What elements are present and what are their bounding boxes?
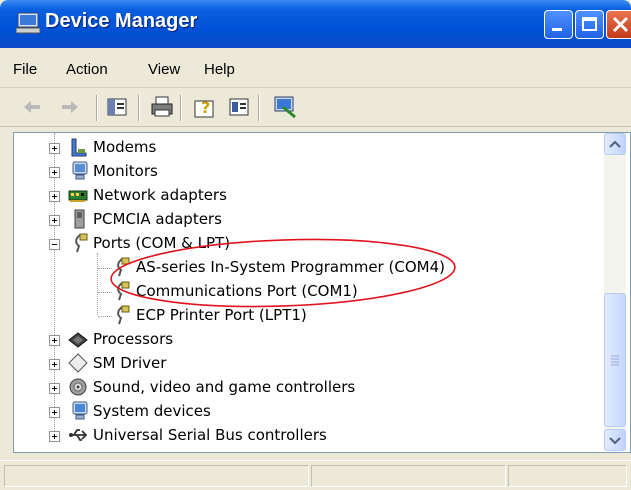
tree-item-communications-port[interactable]: Communications Port (COM1): [14, 280, 604, 304]
device-tree[interactable]: Modems Monitors Network adapters PCMCIA …: [13, 132, 631, 453]
tree-item-ecp-printer-port[interactable]: ECP Printer Port (LPT1): [14, 304, 604, 328]
scroll-thumb[interactable]: [604, 293, 626, 427]
vertical-scrollbar[interactable]: [604, 133, 626, 451]
properties-icon[interactable]: [105, 95, 129, 119]
device-view-icon[interactable]: [227, 95, 251, 119]
tree-item-pcmcia-adapters[interactable]: PCMCIA adapters: [14, 208, 604, 232]
port-icon: [117, 257, 130, 277]
tree-guide-line: [98, 292, 112, 293]
usb-icon: [69, 429, 88, 441]
toolbar-separator: [138, 95, 140, 121]
port-icon: [75, 233, 88, 253]
tree-item-label: Sound, video and game controllers: [93, 378, 356, 396]
tree-item-sm-driver[interactable]: SM Driver: [14, 352, 604, 376]
status-bar: [0, 460, 631, 490]
maximize-button[interactable]: [575, 10, 604, 39]
back-arrow-icon[interactable]: [20, 95, 44, 119]
tree-item-sound-controllers[interactable]: Sound, video and game controllers: [14, 376, 604, 400]
chevron-down-icon: [609, 437, 621, 445]
tree-guide-line: [98, 268, 112, 269]
menu-file[interactable]: File: [13, 61, 37, 78]
sm-driver-icon: [68, 353, 88, 373]
minimize-icon: [552, 28, 562, 31]
status-pane: [4, 465, 309, 487]
toolbar-separator: [96, 95, 98, 121]
tree-item-label: Processors: [93, 330, 174, 348]
print-icon[interactable]: [150, 95, 174, 119]
tree-item-label: System devices: [93, 402, 211, 420]
tree-item-ports[interactable]: Ports (COM & LPT): [14, 232, 604, 256]
tree-item-as-series-programmer[interactable]: AS-series In-System Programmer (COM4): [14, 256, 604, 280]
modem-icon: [71, 138, 87, 157]
sound-icon: [69, 378, 87, 396]
pcmcia-icon: [74, 209, 85, 229]
tree-item-system-devices[interactable]: System devices: [14, 400, 604, 424]
tree-item-label: Ports (COM & LPT): [93, 234, 231, 252]
menu-view[interactable]: View: [148, 61, 180, 78]
expand-icon[interactable]: [49, 215, 60, 226]
close-button[interactable]: [606, 10, 631, 39]
title-bar[interactable]: Device Manager: [0, 0, 631, 48]
menu-action[interactable]: Action: [66, 61, 108, 78]
network-adapter-icon: [68, 190, 88, 202]
tree-item-usb-controllers[interactable]: Universal Serial Bus controllers: [14, 424, 604, 448]
expand-icon[interactable]: [49, 431, 60, 442]
expand-icon[interactable]: [49, 143, 60, 154]
grip-icon: [611, 355, 619, 366]
tree-item-label: PCMCIA adapters: [93, 210, 222, 228]
tree-guide-line: [98, 316, 112, 317]
tree-item-monitors[interactable]: Monitors: [14, 160, 604, 184]
tree-item-label: Communications Port (COM1): [136, 282, 358, 300]
expand-icon[interactable]: [49, 383, 60, 394]
port-icon: [117, 281, 130, 301]
toolbar: ?: [0, 89, 631, 127]
toolbar-separator: [258, 95, 260, 121]
minimize-button[interactable]: [544, 10, 573, 39]
expand-icon[interactable]: [49, 335, 60, 346]
expand-icon[interactable]: [49, 191, 60, 202]
menu-bar: File Action View Help: [0, 48, 631, 88]
tree-item-label: AS-series In-System Programmer (COM4): [136, 258, 445, 276]
toolbar-separator: [180, 95, 182, 121]
status-pane: [311, 465, 506, 487]
tree-item-label: Monitors: [93, 162, 158, 180]
scroll-down-button[interactable]: [604, 429, 626, 451]
maximize-icon: [582, 17, 597, 31]
chevron-up-icon: [609, 140, 621, 148]
expand-icon[interactable]: [49, 359, 60, 370]
monitor-icon: [72, 161, 88, 180]
collapse-icon[interactable]: [49, 239, 60, 250]
tree-item-label: SM Driver: [93, 354, 167, 372]
svg-text:?: ?: [201, 98, 210, 117]
menu-help[interactable]: Help: [204, 61, 235, 78]
window-title: Device Manager: [45, 10, 198, 32]
tree-item-label: Universal Serial Bus controllers: [93, 426, 327, 444]
system-device-icon: [72, 401, 88, 420]
device-manager-window: Device Manager File Action View Help ? M…: [0, 0, 631, 490]
scroll-up-button[interactable]: [604, 133, 626, 155]
port-icon: [117, 305, 130, 325]
computer-icon: [16, 12, 40, 34]
forward-arrow-icon[interactable]: [58, 95, 82, 119]
scan-hardware-icon[interactable]: [273, 95, 297, 119]
expand-icon[interactable]: [49, 167, 60, 178]
expand-icon[interactable]: [49, 407, 60, 418]
processor-icon: [68, 332, 88, 348]
tree-item-label: ECP Printer Port (LPT1): [136, 306, 307, 324]
tree-item-label: Modems: [93, 138, 157, 156]
status-pane: [508, 465, 627, 487]
tree-item-network-adapters[interactable]: Network adapters: [14, 184, 604, 208]
tree-item-processors[interactable]: Processors: [14, 328, 604, 352]
close-icon: [612, 16, 629, 33]
tree-item-modems[interactable]: Modems: [14, 136, 604, 160]
help-icon[interactable]: ?: [193, 95, 217, 119]
tree-item-label: Network adapters: [93, 186, 227, 204]
